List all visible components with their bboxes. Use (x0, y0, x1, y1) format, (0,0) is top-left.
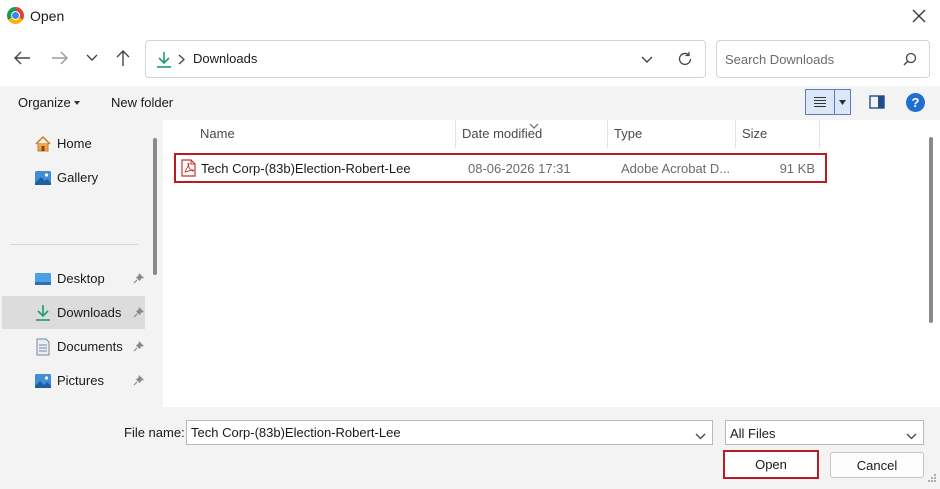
file-type-select[interactable]: All Files (725, 420, 924, 445)
home-icon (34, 135, 52, 153)
column-type[interactable]: Type (608, 120, 736, 148)
help-icon[interactable]: ? (906, 93, 925, 112)
preview-pane-icon[interactable] (869, 95, 885, 112)
sidebar-item-pictures[interactable]: Pictures (2, 364, 145, 397)
column-size[interactable]: Size (736, 120, 820, 148)
file-type-cell: Adobe Acrobat D... (621, 161, 731, 176)
pdf-file-icon (181, 159, 196, 180)
documents-icon (34, 338, 52, 356)
view-toggle[interactable] (805, 89, 851, 115)
download-icon (34, 304, 52, 322)
gallery-icon (34, 169, 52, 187)
search-icon[interactable] (903, 52, 917, 69)
title-bar: Open (0, 0, 940, 32)
command-bar: Organize New folder ? (0, 86, 940, 120)
open-button[interactable]: Open (723, 450, 819, 479)
address-bar[interactable]: Downloads (145, 40, 706, 78)
pin-icon[interactable] (133, 272, 145, 287)
column-name[interactable]: Name (194, 120, 456, 148)
sidebar-item-label: Documents (57, 339, 123, 354)
chevron-down-icon[interactable] (80, 46, 104, 70)
sidebar-scrollbar[interactable] (153, 138, 157, 275)
file-name-combobox[interactable] (186, 420, 713, 445)
navigation-bar: Downloads (0, 32, 940, 86)
sort-caret-icon (529, 118, 539, 133)
navigation-pane: Home Gallery Desktop Downloads Documents (0, 120, 163, 407)
file-name-cell: Tech Corp-(83b)Election-Robert-Lee (201, 161, 411, 176)
column-header: Name Date modified Type Size (163, 120, 820, 148)
forward-arrow-icon[interactable] (48, 46, 72, 70)
dialog-footer: File name: All Files Open Cancel (0, 407, 940, 489)
sidebar-item-label: Home (57, 136, 92, 151)
pictures-icon (34, 372, 52, 390)
sidebar-item-home[interactable]: Home (2, 127, 145, 160)
search-input[interactable] (717, 41, 897, 77)
view-dropdown-icon[interactable] (835, 90, 850, 114)
pin-icon[interactable] (133, 306, 145, 321)
pin-icon[interactable] (133, 340, 145, 355)
desktop-icon (34, 270, 52, 288)
file-size-cell: 91 KB (779, 161, 815, 176)
file-date-cell: 08-06-2026 17:31 (468, 161, 571, 176)
breadcrumb-downloads[interactable]: Downloads (193, 51, 257, 66)
breadcrumb-chevron-icon[interactable] (178, 53, 185, 68)
back-arrow-icon[interactable] (10, 46, 34, 70)
sidebar-item-label: Pictures (57, 373, 104, 388)
sidebar-item-gallery[interactable]: Gallery (2, 161, 145, 194)
sidebar-item-label: Downloads (57, 305, 122, 320)
search-box[interactable] (716, 40, 930, 78)
resize-grip-icon[interactable] (927, 471, 937, 486)
sidebar-item-documents[interactable]: Documents (2, 330, 145, 363)
sidebar-divider (10, 244, 138, 245)
address-dropdown-icon[interactable] (641, 52, 653, 67)
window-title: Open (30, 8, 65, 24)
refresh-icon[interactable] (677, 51, 693, 70)
chrome-icon (7, 7, 24, 24)
pin-icon[interactable] (133, 374, 145, 389)
sidebar-item-label: Desktop (57, 271, 105, 286)
download-icon (156, 51, 172, 72)
sidebar-item-desktop[interactable]: Desktop (2, 262, 145, 295)
caret-down-icon[interactable] (74, 101, 80, 105)
details-view-icon[interactable] (806, 90, 835, 114)
close-icon[interactable] (906, 3, 932, 29)
chevron-down-icon[interactable] (906, 428, 917, 443)
sidebar-item-downloads[interactable]: Downloads (2, 296, 145, 329)
up-arrow-icon[interactable] (111, 46, 135, 70)
file-list-scrollbar[interactable] (929, 137, 933, 323)
file-name-field[interactable] (187, 421, 687, 444)
file-name-label: File name: (124, 425, 185, 440)
file-list: Name Date modified Type Size Tech Corp-(… (163, 120, 940, 407)
file-type-value: All Files (730, 426, 776, 441)
organize-button[interactable]: Organize (18, 95, 71, 110)
cancel-button[interactable]: Cancel (830, 452, 924, 478)
chevron-down-icon[interactable] (695, 428, 706, 443)
sidebar-item-label: Gallery (57, 170, 99, 185)
new-folder-button[interactable]: New folder (111, 95, 173, 110)
table-row[interactable]: Tech Corp-(83b)Election-Robert-Lee 08-06… (174, 153, 827, 183)
